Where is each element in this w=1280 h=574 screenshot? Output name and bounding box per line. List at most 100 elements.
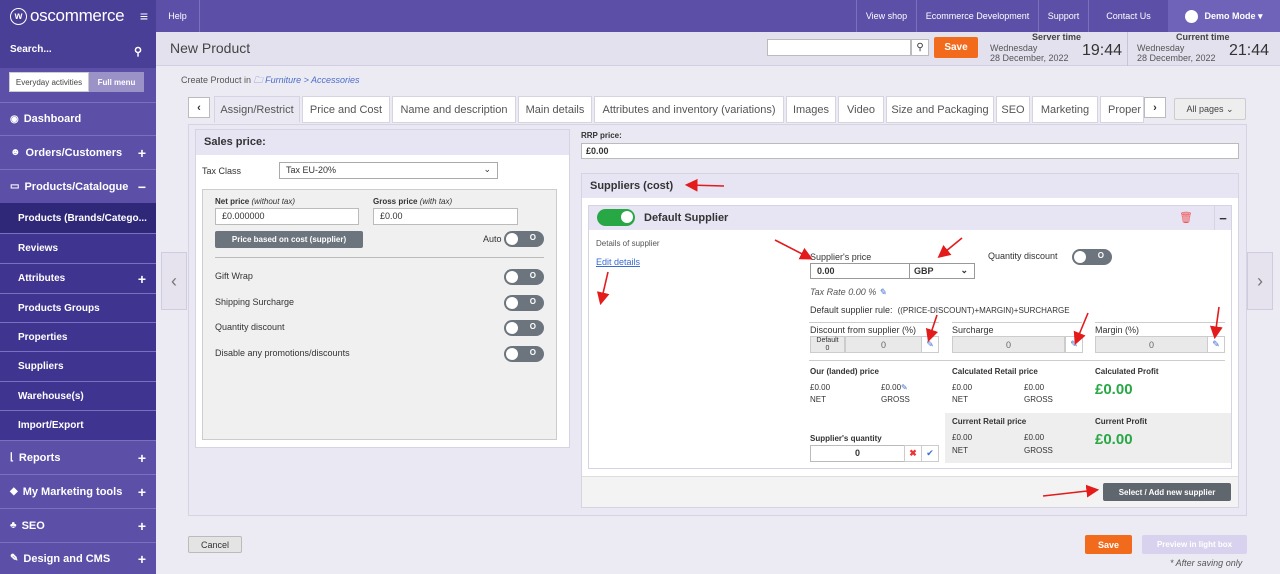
- calculated-retail-gross: £0.00: [1024, 383, 1045, 392]
- quantity-discount-toggle[interactable]: O: [504, 320, 544, 336]
- tab-marketing[interactable]: Marketing: [1032, 96, 1098, 123]
- tax-class-select[interactable]: Tax EU-20% ⌄: [279, 162, 498, 179]
- users-icon: ☻: [10, 147, 21, 158]
- plus-icon[interactable]: +: [138, 145, 146, 161]
- auto-toggle[interactable]: O: [504, 231, 544, 247]
- check-icon[interactable]: ✔: [921, 445, 939, 462]
- supplier-quantity-input[interactable]: 0: [810, 445, 905, 462]
- tab-size-and-packaging[interactable]: Size and Packaging: [886, 96, 994, 123]
- collapse-button[interactable]: −: [1214, 206, 1231, 230]
- sidebar-item-products[interactable]: ▭ Products/Catalogue −: [0, 169, 156, 203]
- margin-input[interactable]: 0: [1095, 336, 1208, 353]
- plus-icon[interactable]: +: [138, 271, 146, 287]
- edit-details-link[interactable]: Edit details: [596, 257, 640, 267]
- calculated-profit-value: £0.00: [1095, 381, 1133, 398]
- minus-icon[interactable]: −: [138, 179, 146, 195]
- close-icon[interactable]: ✖: [904, 445, 922, 462]
- save-button-bottom[interactable]: Save: [1085, 535, 1132, 554]
- menu-toggle[interactable]: Everyday activities Full menu: [9, 72, 144, 92]
- logo-icon: w: [10, 7, 27, 25]
- gift-wrap-toggle[interactable]: O: [504, 269, 544, 285]
- disable-promotions-toggle[interactable]: O: [504, 346, 544, 362]
- sidebar-item-warehouses[interactable]: Warehouse(s): [0, 381, 156, 410]
- save-button[interactable]: Save: [934, 37, 978, 58]
- pencil-icon[interactable]: ✎: [921, 336, 939, 353]
- search-icon[interactable]: ⚲: [911, 39, 929, 56]
- plus-icon[interactable]: +: [138, 518, 146, 534]
- sidebar-item-seo[interactable]: ♣ SEO +: [0, 508, 156, 542]
- contact-us-link[interactable]: Contact Us: [1088, 0, 1168, 32]
- surcharge-input[interactable]: 0: [952, 336, 1065, 353]
- sidebar-item-dashboard[interactable]: ◉ Dashboard: [0, 102, 156, 135]
- tax-class-label: Tax Class: [202, 166, 242, 176]
- sidebar-item-marketing[interactable]: ◆ My Marketing tools +: [0, 474, 156, 508]
- toggle-everyday[interactable]: Everyday activities: [9, 72, 89, 92]
- select-add-supplier-button[interactable]: Select / Add new supplier: [1103, 483, 1231, 501]
- tabs-bar: ‹ Assign/Restrict Price and Cost Name an…: [188, 96, 1247, 124]
- tab-properties[interactable]: Proper: [1100, 96, 1144, 123]
- preview-lightbox-button[interactable]: Preview in light box: [1142, 535, 1247, 554]
- tabs-next-button[interactable]: ›: [1144, 97, 1166, 118]
- sidebar-item-import-export[interactable]: Import/Export: [0, 410, 156, 440]
- sidebar-item-reports[interactable]: ⌊ Reports +: [0, 440, 156, 474]
- plus-icon[interactable]: +: [138, 450, 146, 466]
- tab-attributes-inventory[interactable]: Attributes and inventory (variations): [594, 96, 784, 123]
- search-icon[interactable]: ⚲: [134, 45, 142, 58]
- tabs-prev-button[interactable]: ‹: [188, 97, 210, 118]
- sidebar-item-products-brands[interactable]: Products (Brands/Catego...: [0, 203, 156, 233]
- next-page-arrow[interactable]: ›: [1247, 252, 1273, 310]
- tab-main-details[interactable]: Main details: [518, 96, 592, 123]
- supplier-price-input[interactable]: 0.00: [810, 263, 910, 279]
- support-link[interactable]: Support: [1038, 0, 1088, 32]
- sidebar-item-orders[interactable]: ☻ Orders/Customers +: [0, 135, 156, 169]
- folder-icon: ▭: [10, 181, 20, 192]
- help-link[interactable]: Help: [156, 0, 200, 32]
- hamburger-icon[interactable]: ≡: [140, 8, 148, 24]
- tab-video[interactable]: Video: [838, 96, 884, 123]
- divider: [809, 360, 1225, 361]
- tab-assign-restrict[interactable]: Assign/Restrict: [214, 96, 300, 123]
- sidebar-item-suppliers[interactable]: Suppliers: [0, 351, 156, 381]
- ecommerce-development-link[interactable]: Ecommerce Development: [916, 0, 1038, 32]
- shipping-surcharge-toggle[interactable]: O: [504, 295, 544, 311]
- currency-select[interactable]: GBP ⌄: [909, 263, 975, 279]
- pencil-icon[interactable]: ✎: [1065, 336, 1083, 353]
- prev-page-arrow[interactable]: ‹: [161, 252, 187, 310]
- plus-icon[interactable]: +: [138, 484, 146, 500]
- view-shop-link[interactable]: View shop: [856, 0, 916, 32]
- default-supplier-toggle[interactable]: [597, 209, 635, 226]
- pencil-icon[interactable]: ✎: [1207, 336, 1225, 353]
- quantity-discount-label: Quantity discount: [215, 322, 285, 332]
- sidebar-item-attributes[interactable]: Attributes +: [0, 263, 156, 293]
- tab-seo[interactable]: SEO: [996, 96, 1030, 123]
- logo[interactable]: w oscommerce ≡: [0, 0, 156, 32]
- pencil-icon[interactable]: ✎: [879, 287, 887, 297]
- gift-wrap-label: Gift Wrap: [215, 271, 253, 281]
- tab-images[interactable]: Images: [786, 96, 836, 123]
- price-based-on-cost-button[interactable]: Price based on cost (supplier): [215, 231, 363, 248]
- default-supplier-title: Default Supplier: [644, 212, 729, 224]
- rrp-price-input[interactable]: £0.00: [581, 143, 1239, 159]
- pencil-icon[interactable]: ✎: [901, 383, 908, 392]
- discount-input[interactable]: 0: [845, 336, 922, 353]
- trash-icon[interactable]: 🗑: [1179, 211, 1193, 224]
- sidebar-item-design-cms[interactable]: ✎ Design and CMS +: [0, 542, 156, 574]
- all-pages-dropdown[interactable]: All pages ⌄: [1174, 98, 1246, 120]
- sidebar-search[interactable]: Search... ⚲: [0, 32, 156, 68]
- header-search-input[interactable]: [767, 39, 911, 56]
- net-price-input[interactable]: £0.000000: [215, 208, 359, 225]
- breadcrumb: Create Product in 🗀 Furniture > Accessor…: [181, 75, 360, 85]
- avatar: [1185, 9, 1199, 23]
- gross-price-input[interactable]: £0.00: [373, 208, 518, 225]
- supplier-quantity-discount-toggle[interactable]: O: [1072, 249, 1112, 265]
- plus-icon[interactable]: +: [138, 551, 146, 567]
- user-menu[interactable]: Demo Mode ▾: [1168, 0, 1280, 32]
- rrp-price-label: RRP price:: [581, 131, 622, 140]
- cancel-button[interactable]: Cancel: [188, 536, 242, 553]
- sidebar-item-properties[interactable]: Properties: [0, 322, 156, 351]
- toggle-full-menu[interactable]: Full menu: [89, 72, 144, 92]
- sidebar-item-reviews[interactable]: Reviews: [0, 233, 156, 263]
- tab-name-and-description[interactable]: Name and description: [392, 96, 516, 123]
- tab-price-and-cost[interactable]: Price and Cost: [302, 96, 390, 123]
- sidebar-item-products-groups[interactable]: Products Groups: [0, 293, 156, 322]
